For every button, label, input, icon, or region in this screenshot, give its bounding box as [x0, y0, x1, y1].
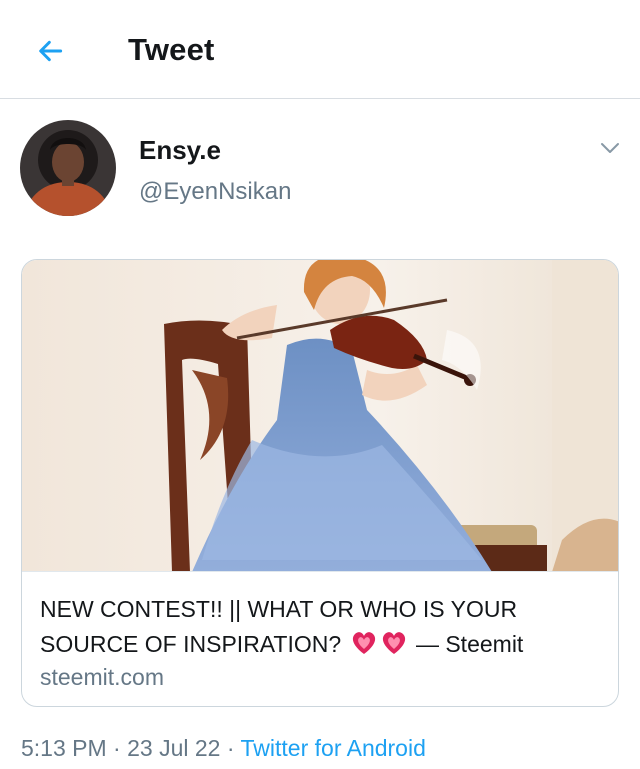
separator: ·: [113, 735, 121, 761]
tweet-date: 23 Jul 22: [127, 735, 221, 761]
card-title: NEW CONTEST!! || WHAT OR WHO IS YOUR SOU…: [40, 592, 600, 662]
user-handle[interactable]: @EyenNsikan: [139, 178, 291, 206]
heart-emoji-pair: [352, 632, 405, 654]
page-title: Tweet: [128, 32, 215, 67]
card-title-suffix: — Steemit: [415, 631, 524, 657]
tweet-source-link[interactable]: Twitter for Android: [241, 735, 426, 761]
tweet-meta: 5:13 PM · 23 Jul 22 · Twitter for Androi…: [21, 735, 426, 762]
tweet-time: 5:13 PM: [21, 735, 107, 761]
tweet-author: Ensy.e @EyenNsikan: [20, 120, 620, 220]
display-name[interactable]: Ensy.e: [139, 135, 221, 166]
card-domain: steemit.com: [40, 664, 164, 690]
separator: ·: [226, 735, 235, 761]
link-preview-card[interactable]: NEW CONTEST!! || WHAT OR WHO IS YOUR SOU…: [21, 259, 619, 707]
back-button[interactable]: [30, 31, 70, 71]
arrow-left-icon: [39, 40, 63, 62]
top-bar: Tweet: [0, 0, 640, 99]
chevron-down-icon[interactable]: [598, 136, 622, 160]
card-image: [22, 260, 618, 572]
avatar[interactable]: [20, 120, 116, 216]
